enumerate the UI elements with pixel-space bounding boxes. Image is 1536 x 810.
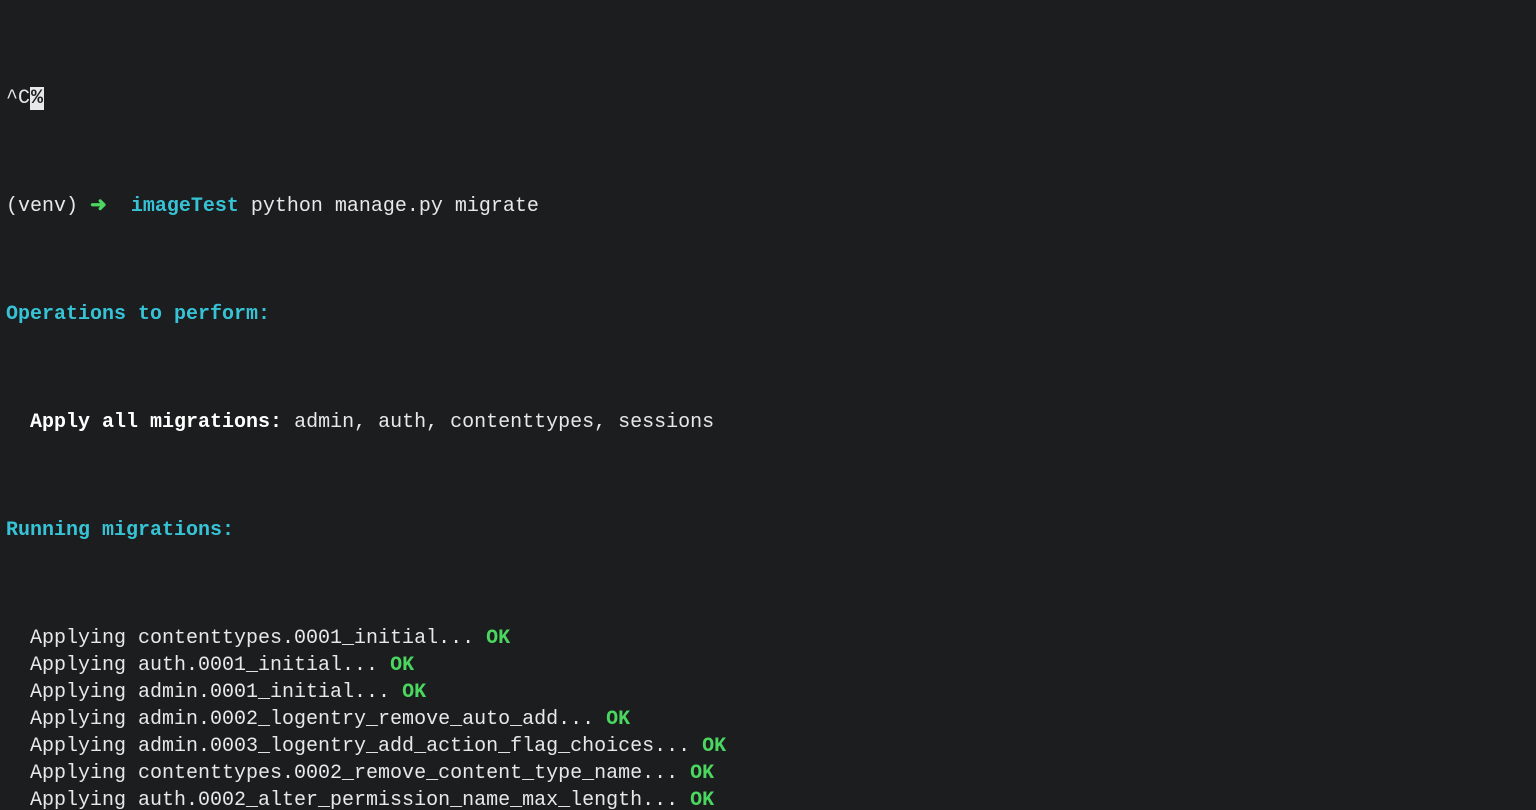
migrations-list: Applying contenttypes.0001_initial... OK… — [6, 625, 1530, 810]
running-header: Running migrations: — [6, 517, 1530, 544]
prompt-arrow-icon: ➜ — [90, 195, 107, 218]
venv-label: (venv) — [6, 195, 78, 218]
migration-applying-text: Applying auth.0001_initial... — [30, 654, 378, 677]
ctrl-c-text: ^C — [6, 87, 30, 110]
prompt-line-migrate: (venv) ➜ imageTest python manage.py migr… — [6, 193, 1530, 220]
pct-glyph: % — [30, 87, 44, 110]
migration-ok-status: OK — [678, 762, 714, 785]
migration-ok-status: OK — [594, 708, 630, 731]
apply-all-targets: admin, auth, contenttypes, sessions — [282, 411, 714, 434]
migration-applying-text: Applying contenttypes.0002_remove_conten… — [30, 762, 678, 785]
cwd-label: imageTest — [131, 195, 239, 218]
apply-all-line: Apply all migrations: admin, auth, conte… — [6, 409, 1530, 436]
migration-line: Applying auth.0001_initial... OK — [6, 652, 1530, 679]
operations-header: Operations to perform: — [6, 301, 1530, 328]
migration-line: Applying admin.0003_logentry_add_action_… — [6, 733, 1530, 760]
migration-ok-status: OK — [474, 627, 510, 650]
migration-applying-text: Applying contenttypes.0001_initial... — [30, 627, 474, 650]
migration-applying-text: Applying admin.0001_initial... — [30, 681, 390, 704]
migration-ok-status: OK — [378, 654, 414, 677]
interrupt-line: ^C% — [6, 85, 1530, 112]
migration-ok-status: OK — [390, 681, 426, 704]
migration-line: Applying contenttypes.0002_remove_conten… — [6, 760, 1530, 787]
migration-line: Applying contenttypes.0001_initial... OK — [6, 625, 1530, 652]
migration-line: Applying auth.0002_alter_permission_name… — [6, 787, 1530, 810]
migration-ok-status: OK — [690, 735, 726, 758]
migration-applying-text: Applying admin.0003_logentry_add_action_… — [30, 735, 690, 758]
migration-ok-status: OK — [678, 789, 714, 810]
migration-line: Applying admin.0001_initial... OK — [6, 679, 1530, 706]
migration-applying-text: Applying auth.0002_alter_permission_name… — [30, 789, 678, 810]
command-migrate: python manage.py migrate — [251, 195, 539, 218]
apply-all-label: Apply all migrations: — [30, 411, 282, 434]
migration-line: Applying admin.0002_logentry_remove_auto… — [6, 706, 1530, 733]
terminal[interactable]: ^C% (venv) ➜ imageTest python manage.py … — [0, 0, 1536, 810]
migration-applying-text: Applying admin.0002_logentry_remove_auto… — [30, 708, 594, 731]
